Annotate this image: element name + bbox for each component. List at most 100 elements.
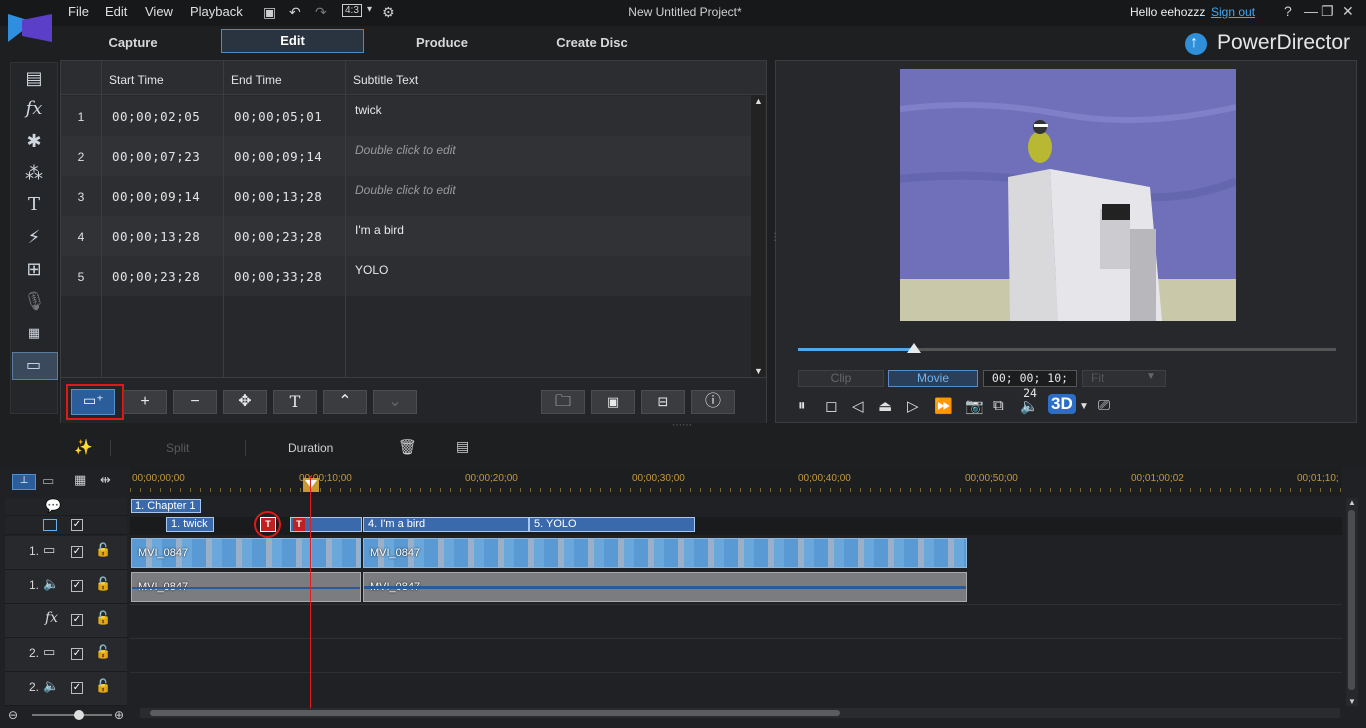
split-button[interactable]: Split: [166, 441, 189, 455]
video-clip[interactable]: MVI_0847: [131, 538, 361, 568]
fast-forward-icon[interactable]: ⏩: [934, 397, 953, 415]
detach-preview-icon[interactable]: ⧉: [993, 397, 1004, 414]
fit-timeline-icon[interactable]: ⇹: [100, 472, 111, 488]
zoom-slider-thumb[interactable]: [74, 710, 84, 720]
seek-thumb[interactable]: [907, 343, 922, 353]
table-row[interactable]: 5 00;00;23;28 00;00;33;28 YOLO: [61, 256, 751, 296]
timeline-vertical-scrollbar[interactable]: ▲ ▼: [1346, 498, 1358, 706]
menu-view[interactable]: View: [145, 4, 173, 19]
redo-icon[interactable]: ↷: [315, 4, 327, 21]
subtitle-clip[interactable]: 4. I'm a bird: [363, 517, 529, 532]
chevron-down-icon[interactable]: ▾: [367, 4, 372, 15]
pause-icon[interactable]: ⏸: [798, 397, 806, 414]
lock-icon[interactable]: 🔓: [95, 576, 111, 592]
undo-icon[interactable]: ↶: [289, 4, 301, 21]
close-icon[interactable]: ✕: [1342, 3, 1354, 20]
subtitle-text-cell[interactable]: Double click to edit: [355, 143, 456, 157]
info-button[interactable]: ⓘ: [691, 390, 735, 414]
clip-mode-button[interactable]: Clip: [798, 370, 884, 387]
start-time-cell[interactable]: 00;00;09;14: [112, 189, 200, 204]
save-icon[interactable]: ▣: [263, 4, 276, 21]
end-time-cell[interactable]: 00;00;09;14: [234, 149, 322, 164]
track-enable-checkbox[interactable]: ✓: [71, 648, 83, 660]
zoom-out-icon[interactable]: ⊖: [8, 708, 18, 722]
chapter-marker[interactable]: 1. Chapter 1: [131, 499, 201, 513]
edit-subtitle-icon[interactable]: ▤: [456, 438, 469, 455]
menu-edit[interactable]: Edit: [105, 4, 127, 19]
subtitle-position-button[interactable]: ▣: [591, 390, 635, 414]
zoom-in-icon[interactable]: ⊕: [114, 708, 124, 722]
lock-icon[interactable]: 🔓: [95, 644, 111, 660]
timeline-view-icon[interactable]: ⊥: [12, 474, 36, 490]
video-preview-frame[interactable]: [900, 69, 1236, 321]
video-clip[interactable]: MVI_0847: [363, 538, 967, 568]
aspect-ratio-selector[interactable]: 4:3: [342, 4, 362, 17]
chevron-down-icon[interactable]: ▼: [1079, 401, 1089, 412]
end-time-cell[interactable]: 00;00;05;01: [234, 109, 322, 124]
voice-over-icon[interactable]: 🎙: [23, 290, 46, 312]
track-enable-checkbox[interactable]: ✓: [71, 580, 83, 592]
track-enable-checkbox[interactable]: ✓: [71, 546, 83, 558]
start-time-cell[interactable]: 00;00;13;28: [112, 229, 200, 244]
zoom-slider[interactable]: [32, 714, 112, 716]
audio-clip[interactable]: MVI_0847: [363, 572, 967, 602]
text-format-button[interactable]: T: [273, 390, 317, 414]
minimize-icon[interactable]: —: [1304, 3, 1318, 19]
track-enable-checkbox[interactable]: ✓: [71, 614, 83, 626]
next-frame-icon[interactable]: ▷: [907, 397, 919, 415]
subtitle-clip[interactable]: 1. twick: [166, 517, 214, 532]
lock-icon[interactable]: 🔓: [95, 542, 111, 558]
start-time-cell[interactable]: 00;00;07;23: [112, 149, 200, 164]
subtitle-text-cell[interactable]: Double click to edit: [355, 183, 456, 197]
playhead-handle[interactable]: [303, 478, 319, 492]
tab-capture[interactable]: Capture: [95, 35, 171, 50]
tab-edit[interactable]: Edit: [221, 29, 364, 53]
end-time-cell[interactable]: 00;00;23;28: [234, 229, 322, 244]
chapter-room-icon[interactable]: ▦: [23, 322, 45, 344]
timecode-display[interactable]: 00; 00; 10; 24: [983, 370, 1077, 400]
subtitle-room-tab[interactable]: ▭: [12, 352, 58, 380]
media-room-icon[interactable]: ▤: [23, 67, 45, 89]
menu-file[interactable]: File: [68, 4, 89, 19]
move-up-button[interactable]: ⌃: [323, 390, 367, 414]
stop-icon[interactable]: ◻: [825, 397, 837, 415]
table-row[interactable]: 1 00;00;02;05 00;00;05;01 twick: [61, 96, 751, 136]
track-enable-checkbox[interactable]: ✓: [71, 682, 83, 694]
start-time-cell[interactable]: 00;00;23;28: [112, 269, 200, 284]
export-subtitle-button[interactable]: ⊟: [641, 390, 685, 414]
lock-icon[interactable]: 🔓: [95, 610, 111, 626]
table-row[interactable]: 4 00;00;13;28 00;00;23;28 I'm a bird: [61, 216, 751, 256]
lock-icon[interactable]: 🔓: [95, 678, 111, 694]
add-subtitle-button[interactable]: +: [123, 390, 167, 414]
move-subtitle-button[interactable]: ✥: [223, 390, 267, 414]
duration-button[interactable]: Duration: [288, 441, 333, 455]
move-down-button[interactable]: ⌄: [373, 390, 417, 414]
subtitle-text-cell[interactable]: YOLO: [355, 263, 388, 277]
import-subtitle-button[interactable]: 🗀: [541, 390, 585, 414]
3d-mode-button[interactable]: 3D: [1048, 394, 1076, 414]
add-subtitle-at-playhead-button[interactable]: ▭⁺: [71, 389, 115, 415]
remove-subtitle-button[interactable]: −: [173, 390, 217, 414]
gear-icon[interactable]: ⚙: [382, 4, 395, 21]
table-row[interactable]: 3 00;00;09;14 00;00;13;28 Double click t…: [61, 176, 751, 216]
snapshot-camera-icon[interactable]: 📷: [965, 397, 984, 415]
pip-room-icon[interactable]: ✱: [23, 130, 45, 152]
tab-produce[interactable]: Produce: [400, 35, 484, 50]
restore-icon[interactable]: ❐: [1321, 3, 1334, 20]
track-manager-icon[interactable]: ▦: [74, 472, 86, 488]
scrollbar-thumb[interactable]: [150, 710, 840, 716]
movie-mode-button[interactable]: Movie: [888, 370, 978, 387]
audio-mixing-room-icon[interactable]: ⊞: [23, 258, 45, 280]
end-time-cell[interactable]: 00;00;13;28: [234, 189, 322, 204]
external-display-icon[interactable]: ⎚: [1098, 397, 1110, 414]
table-row[interactable]: 2 00;00;07;23 00;00;09;14 Double click t…: [61, 136, 751, 176]
effect-room-icon[interactable]: fx: [23, 98, 45, 120]
panel-splitter-handle[interactable]: ⋮: [770, 232, 780, 243]
subtitle-text-cell[interactable]: twick: [355, 103, 382, 117]
previous-frame-icon[interactable]: ◁: [852, 397, 864, 415]
subtitle-clip[interactable]: 5. YOLO: [529, 517, 695, 532]
sign-out-link[interactable]: Sign out: [1211, 5, 1255, 19]
audio-clip[interactable]: MVI_0847: [131, 572, 361, 602]
subtitle-text-cell[interactable]: I'm a bird: [355, 223, 404, 237]
end-time-cell[interactable]: 00;00;33;28: [234, 269, 322, 284]
